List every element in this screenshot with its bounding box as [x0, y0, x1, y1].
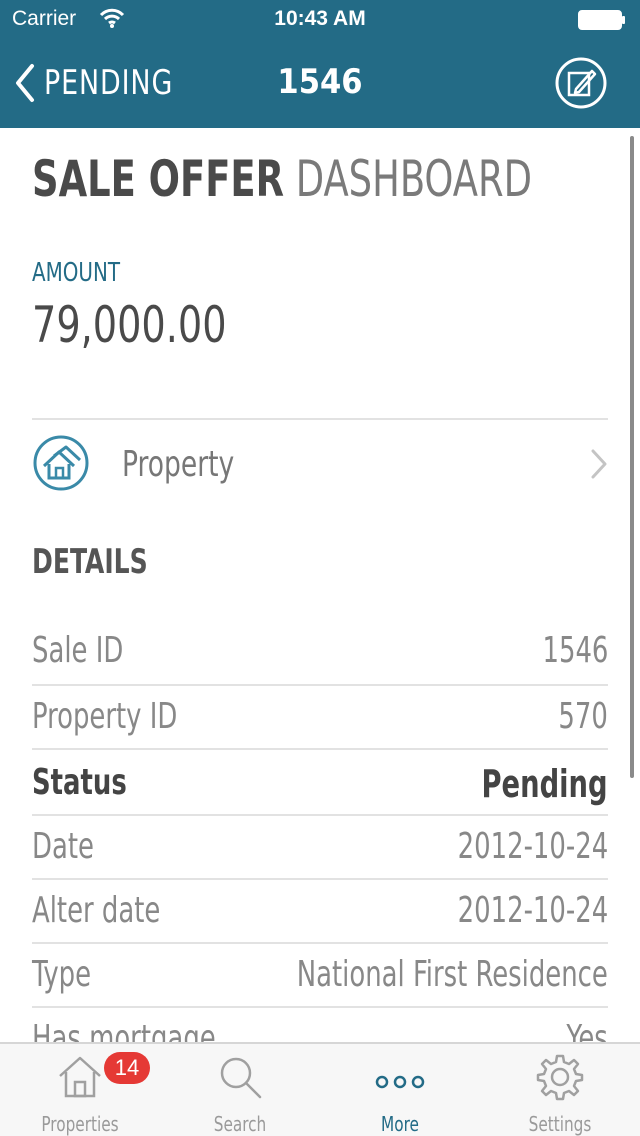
page-title-light: DASHBOARD — [295, 150, 532, 208]
tab-settings[interactable]: Settings — [480, 1044, 640, 1136]
property-link-label: Property — [122, 444, 235, 485]
tab-properties[interactable]: 14 Properties — [0, 1044, 160, 1136]
notification-badge: 14 — [104, 1052, 150, 1084]
top-bar: Carrier 10:43 AM PENDING 1546 — [0, 0, 640, 128]
detail-value: 2012-10-24 — [457, 826, 608, 867]
main-content[interactable]: SALE OFFER DASHBOARD AMOUNT 79,000.00 Pr… — [0, 128, 640, 1042]
tab-search[interactable]: Search — [160, 1044, 320, 1136]
status-bar: Carrier 10:43 AM — [0, 0, 640, 40]
detail-row-alter-date: Alter date 2012-10-24 — [32, 878, 608, 942]
detail-row-status: Status Pending — [32, 750, 608, 814]
tab-label: Settings — [528, 1112, 592, 1136]
scrollbar[interactable] — [630, 136, 634, 778]
search-icon — [220, 1057, 262, 1099]
tab-label: Properties — [41, 1112, 119, 1136]
tab-more[interactable]: More — [320, 1044, 480, 1136]
detail-row-has-mortgage: Has mortgage Yes — [32, 1006, 608, 1042]
detail-row-type: Type National First Residence — [32, 942, 608, 1006]
detail-row-property-id: Property ID 570 — [32, 684, 608, 748]
property-link[interactable]: Property — [32, 420, 608, 508]
detail-key: Sale ID — [32, 630, 124, 671]
detail-value: 2012-10-24 — [457, 890, 608, 931]
gear-icon — [536, 1054, 584, 1101]
home-icon — [59, 1056, 101, 1098]
nav-title: 1546 — [277, 62, 363, 102]
detail-key: Date — [32, 826, 94, 867]
page-title-bold: SALE OFFER — [32, 150, 285, 208]
detail-value: 1546 — [542, 630, 608, 671]
chevron-right-icon — [591, 449, 607, 479]
details-heading: DETAILS — [32, 542, 148, 582]
detail-row-date: Date 2012-10-24 — [32, 814, 608, 878]
page-title: SALE OFFER DASHBOARD — [32, 150, 532, 208]
amount-value: 79,000.00 — [32, 296, 227, 354]
tab-bar: 14 Properties Search More Settings — [0, 1042, 640, 1136]
clock: 10:43 AM — [274, 7, 366, 30]
detail-value: 570 — [558, 696, 608, 737]
edit-icon[interactable] — [554, 56, 608, 110]
house-icon — [33, 435, 89, 491]
detail-value: National First Residence — [296, 954, 608, 995]
status-value: Pending — [481, 762, 608, 806]
detail-key: Alter date — [32, 890, 161, 931]
more-icon — [375, 1075, 425, 1089]
detail-key: Status — [32, 762, 127, 803]
detail-key: Property ID — [32, 696, 178, 737]
battery-icon — [578, 10, 625, 30]
amount-label: AMOUNT — [32, 258, 120, 288]
detail-row-sale-id: Sale ID 1546 — [32, 618, 608, 682]
tab-label: More — [381, 1112, 419, 1136]
detail-value: Yes — [566, 1018, 608, 1042]
detail-key: Type — [32, 954, 92, 995]
navigation-bar: PENDING 1546 — [0, 40, 640, 128]
tab-label: Search — [213, 1112, 267, 1136]
detail-key: Has mortgage — [32, 1018, 216, 1042]
